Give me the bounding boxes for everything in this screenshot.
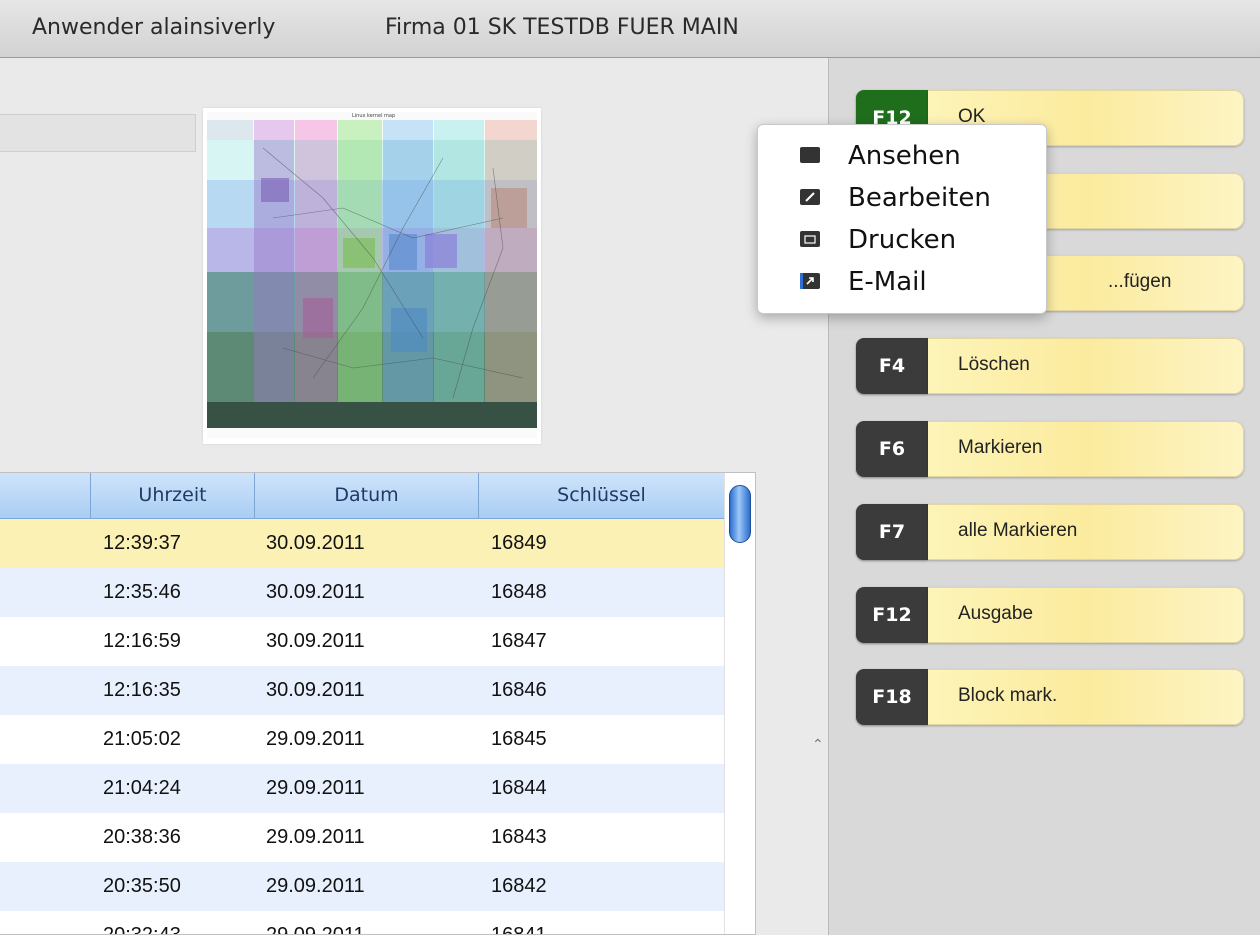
menu-item-label: Bearbeiten <box>848 183 991 213</box>
fkey-mark-button[interactable]: F6 Markieren <box>856 421 1244 477</box>
fkey-delete-button[interactable]: F4 Löschen <box>856 338 1244 394</box>
cell-key: 16846 <box>491 679 547 701</box>
table-row[interactable]: 12:39:37 30.09.2011 16849 <box>0 519 724 568</box>
fkey-label: alle Markieren <box>928 504 1244 560</box>
table-row[interactable]: 21:04:24 29.09.2011 16844 <box>0 764 724 813</box>
cell-key: 16848 <box>491 581 547 603</box>
main-content: Linux kernel map Uhrzeit Datum Schlüssel… <box>0 58 828 935</box>
fkey-label: Ausgabe <box>928 587 1244 643</box>
fkey-badge: F12 <box>856 587 928 643</box>
menu-item-email[interactable]: E-Mail <box>800 263 1040 305</box>
menu-item-edit[interactable]: Bearbeiten <box>800 179 1040 221</box>
table-row[interactable]: 20:35:50 29.09.2011 16842 <box>0 862 724 911</box>
title-bar: Anwender alainsiverly Firma 01 SK TESTDB… <box>0 0 1260 58</box>
cell-time: 12:35:46 <box>103 581 181 603</box>
cell-time: 20:38:36 <box>103 826 181 848</box>
preview-title: Linux kernel map <box>352 113 395 119</box>
email-icon <box>800 273 820 289</box>
cell-date: 30.09.2011 <box>266 532 365 554</box>
document-preview-image[interactable]: Linux kernel map <box>203 108 541 444</box>
column-header-datum[interactable]: Datum <box>254 473 478 518</box>
fkey-badge: F6 <box>856 421 928 477</box>
table-row[interactable]: 12:16:59 30.09.2011 16847 <box>0 617 724 666</box>
table-row[interactable]: 12:16:35 30.09.2011 16846 <box>0 666 724 715</box>
fkey-output-button[interactable]: F12 Ausgabe <box>856 587 1244 643</box>
cell-date: 29.09.2011 <box>266 875 365 897</box>
table-row[interactable]: 21:05:02 29.09.2011 16845 <box>0 715 724 764</box>
menu-item-label: Ansehen <box>848 141 961 171</box>
fkey-badge: F18 <box>856 669 928 725</box>
view-icon <box>800 147 820 163</box>
table-row[interactable]: 20:38:36 29.09.2011 16843 <box>0 813 724 862</box>
menu-item-label: Drucken <box>848 225 957 255</box>
fkey-label: Löschen <box>928 338 1244 394</box>
cell-date: 30.09.2011 <box>266 630 365 652</box>
fkey-label: Markieren <box>928 421 1244 477</box>
vertical-scrollbar[interactable] <box>724 473 755 934</box>
cell-time: 12:16:35 <box>103 679 181 701</box>
fkey-label: Block mark. <box>928 669 1244 725</box>
cell-time: 12:16:59 <box>103 630 181 652</box>
cell-key: 16845 <box>491 728 547 750</box>
cell-key: 16843 <box>491 826 547 848</box>
cell-time: 20:32:43 <box>103 924 181 935</box>
user-label: Anwender alainsiverly <box>32 15 276 40</box>
table-header: Uhrzeit Datum Schlüssel <box>0 473 724 519</box>
context-menu: Ansehen Bearbeiten Drucken E-Mail <box>757 124 1047 314</box>
menu-item-view[interactable]: Ansehen <box>800 137 1040 179</box>
cell-date: 29.09.2011 <box>266 924 365 935</box>
edit-icon <box>800 189 820 205</box>
cell-time: 21:04:24 <box>103 777 181 799</box>
splitter-handle-icon[interactable]: ⌃ <box>812 736 824 753</box>
cell-date: 29.09.2011 <box>266 826 365 848</box>
column-header-uhrzeit[interactable]: Uhrzeit <box>90 473 254 518</box>
cell-time: 20:35:50 <box>103 875 181 897</box>
fkey-mark-all-button[interactable]: F7 alle Markieren <box>856 504 1244 560</box>
column-header-schluessel[interactable]: Schlüssel <box>478 473 724 518</box>
cell-key: 16841 <box>491 924 547 935</box>
company-label: Firma 01 SK TESTDB FUER MAIN <box>385 15 739 40</box>
cell-date: 30.09.2011 <box>266 581 365 603</box>
text-field[interactable] <box>0 114 196 152</box>
cell-key: 16847 <box>491 630 547 652</box>
print-icon <box>800 231 820 247</box>
cell-key: 16849 <box>491 532 547 554</box>
cell-key: 16844 <box>491 777 547 799</box>
cell-date: 30.09.2011 <box>266 679 365 701</box>
table-row[interactable]: 20:32:43 29.09.2011 16841 <box>0 911 724 935</box>
cell-time: 12:39:37 <box>103 532 181 554</box>
fkey-block-mark-button[interactable]: F18 Block mark. <box>856 669 1244 725</box>
records-table: Uhrzeit Datum Schlüssel 12:39:37 30.09.2… <box>0 472 756 935</box>
fkey-badge: F7 <box>856 504 928 560</box>
table-row[interactable]: 12:35:46 30.09.2011 16848 <box>0 568 724 617</box>
fkey-badge: F4 <box>856 338 928 394</box>
menu-item-print[interactable]: Drucken <box>800 221 1040 263</box>
scrollbar-thumb[interactable] <box>729 485 751 543</box>
cell-time: 21:05:02 <box>103 728 181 750</box>
cell-date: 29.09.2011 <box>266 728 365 750</box>
cell-date: 29.09.2011 <box>266 777 365 799</box>
menu-item-label: E-Mail <box>848 267 927 297</box>
cell-key: 16842 <box>491 875 547 897</box>
